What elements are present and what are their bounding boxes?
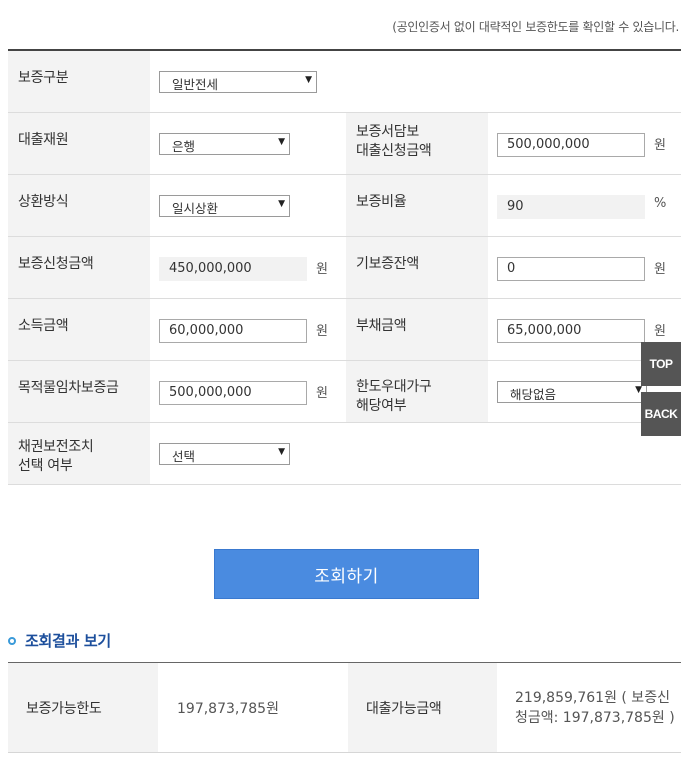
unit-label: 원 [654, 138, 666, 153]
form-row-application-amount: 보증신청금액 450,000,000 원 기보증잔액 0 원 [8, 237, 681, 299]
lease-deposit-input[interactable]: 500,000,000 [159, 381, 307, 405]
repayment-method-label: 상환방식 [8, 175, 150, 236]
chevron-down-icon: ▼ [278, 199, 285, 209]
guarantee-ratio-label: 보증비율 [346, 175, 488, 236]
preferential-household-value: 해당없음 [510, 387, 557, 402]
unit-label: 원 [316, 386, 328, 401]
loan-source-value: 은행 [172, 139, 196, 154]
guarantee-type-select[interactable]: 일반전세 ▼ [159, 71, 317, 93]
unit-label: 원 [316, 324, 328, 339]
form-row-bond-preservation: 채권보전조치 선택 여부 선택 ▼ [8, 423, 681, 485]
guarantee-type-value: 일반전세 [172, 77, 219, 92]
loanable-amount-label: 대출가능금액 [348, 663, 497, 752]
chevron-down-icon: ▼ [278, 137, 285, 147]
preferential-household-label: 한도우대가구 해당여부 [346, 361, 488, 422]
application-amount-label: 보증신청금액 [8, 237, 150, 298]
unit-label: % [654, 196, 667, 211]
income-label: 소득금액 [8, 299, 150, 360]
chevron-down-icon: ▼ [305, 75, 312, 85]
guarantee-limit-label: 보증가능한도 [8, 663, 158, 752]
form-row-loan-source: 대출재원 은행 ▼ 보증서담보 대출신청금액 500,000,000 원 [8, 113, 681, 175]
existing-guarantee-balance-label: 기보증잔액 [346, 237, 488, 298]
existing-guarantee-balance-input[interactable]: 0 [497, 257, 645, 281]
unit-label: 원 [316, 262, 328, 277]
bond-preservation-value: 선택 [172, 449, 196, 464]
debt-label: 부채금액 [346, 299, 488, 360]
form-row-guarantee-type: 보증구분 일반전세 ▼ [8, 51, 681, 113]
back-button[interactable]: BACK [641, 392, 681, 436]
bond-preservation-label: 채권보전조치 선택 여부 [8, 423, 150, 484]
chevron-down-icon: ▼ [278, 447, 285, 457]
guarantee-limit-value: 197,873,785원 [177, 700, 279, 717]
bullet-icon [8, 636, 16, 645]
result-title-text: 조회결과 보기 [25, 632, 111, 650]
unit-label: 원 [654, 324, 666, 339]
bond-preservation-select[interactable]: 선택 ▼ [159, 443, 290, 465]
scroll-top-button[interactable]: TOP [641, 342, 681, 386]
secured-loan-amount-label: 보증서담보 대출신청금액 [346, 113, 488, 174]
preferential-household-select[interactable]: 해당없음 ▼ [497, 381, 647, 403]
application-amount-field: 450,000,000 [159, 257, 307, 281]
debt-input[interactable]: 65,000,000 [497, 319, 645, 343]
search-button[interactable]: 조회하기 [214, 549, 479, 599]
form-row-income: 소득금액 60,000,000 원 부채금액 65,000,000 원 [8, 299, 681, 361]
repayment-method-select[interactable]: 일시상환 ▼ [159, 195, 290, 217]
result-section-title: 조회결과 보기 [8, 630, 111, 651]
loan-source-select[interactable]: 은행 ▼ [159, 133, 290, 155]
info-note: (공인인증서 없이 대략적인 보증한도를 확인할 수 있습니다. [392, 20, 679, 34]
loanable-amount-value: 219,859,761원 ( 보증신청금액: 197,873,785원 ) [515, 689, 675, 726]
unit-label: 원 [654, 262, 666, 277]
form-row-deposit: 목적물임차보증금 500,000,000 원 한도우대가구 해당여부 해당없음 … [8, 361, 681, 423]
result-table: 보증가능한도 197,873,785원 대출가능금액 219,859,761원 … [8, 662, 681, 753]
form-row-repayment: 상환방식 일시상환 ▼ 보증비율 90 % [8, 175, 681, 237]
repayment-method-value: 일시상환 [172, 201, 219, 216]
guarantee-ratio-field: 90 [497, 195, 645, 219]
loan-source-label: 대출재원 [8, 113, 150, 174]
lease-deposit-label: 목적물임차보증금 [8, 361, 150, 422]
income-input[interactable]: 60,000,000 [159, 319, 307, 343]
secured-loan-amount-input[interactable]: 500,000,000 [497, 133, 645, 157]
guarantee-type-label: 보증구분 [8, 51, 150, 112]
guarantee-form: 보증구분 일반전세 ▼ 대출재원 은행 ▼ 보증서담보 대출신청금액 500,0… [8, 49, 681, 485]
